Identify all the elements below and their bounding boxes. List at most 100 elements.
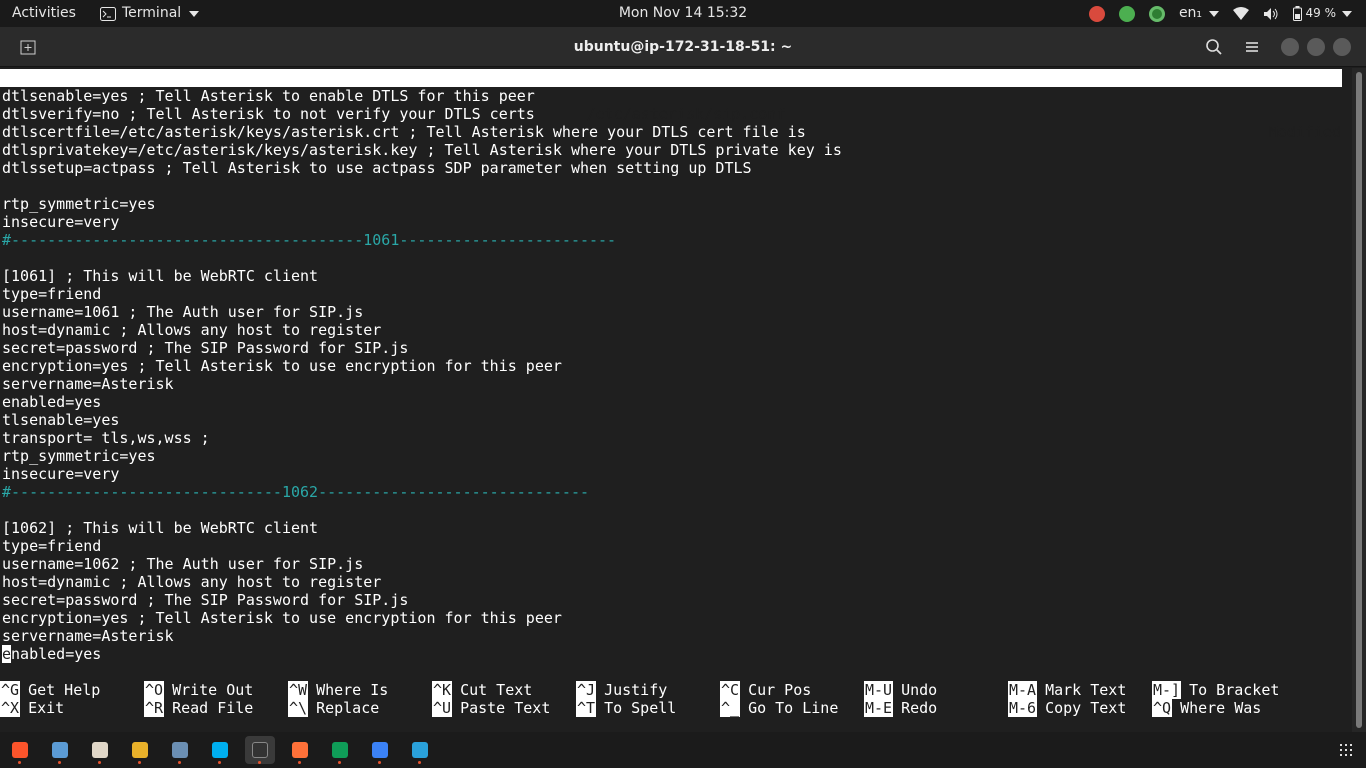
editor-line[interactable]: insecure=very xyxy=(2,465,1342,483)
dock-item[interactable] xyxy=(325,736,355,764)
running-indicator xyxy=(338,761,341,764)
terminal-icon xyxy=(252,742,268,758)
editor-line[interactable]: type=friend xyxy=(2,285,1342,303)
editor-line[interactable] xyxy=(2,177,1342,195)
editor-line[interactable]: secret=password ; The SIP Password for S… xyxy=(2,339,1342,357)
dock-item[interactable] xyxy=(125,736,155,764)
editor-line[interactable]: [1062] ; This will be WebRTC client xyxy=(2,519,1342,537)
editor-line[interactable]: [1061] ; This will be WebRTC client xyxy=(2,267,1342,285)
shortcut-label: Where Was xyxy=(1180,699,1262,717)
shortcut-label: Paste Text xyxy=(460,699,551,717)
editor-line[interactable]: enabled=yes xyxy=(2,645,1342,663)
scrollbar-thumb[interactable] xyxy=(1356,72,1362,728)
nano-title-bar: GNU nano 4.8 /etc/asterisk/sip.conf Modi… xyxy=(0,69,1342,141)
shortcut-item: ^G Get Help xyxy=(0,681,100,699)
editor-line[interactable]: enabled=yes xyxy=(2,393,1342,411)
shortcut-label: To Spell xyxy=(604,699,677,717)
editor-line[interactable]: type=friend xyxy=(2,537,1342,555)
dock-item[interactable] xyxy=(365,736,395,764)
editor-line[interactable]: transport= tls,ws,wss ; xyxy=(2,429,1342,447)
chrome-icon xyxy=(132,742,148,758)
shortcut-key: ^X xyxy=(0,699,21,717)
terminal-area[interactable]: GNU nano 4.8 /etc/asterisk/sip.conf Modi… xyxy=(0,68,1352,732)
editor-line[interactable]: dtlsprivatekey=/etc/asterisk/keys/asteri… xyxy=(2,141,1342,159)
editor-line[interactable]: dtlsenable=yes ; Tell Asterisk to enable… xyxy=(2,87,1342,105)
editor-line[interactable]: servername=Asterisk xyxy=(2,627,1342,645)
running-indicator xyxy=(218,761,221,764)
skype-icon xyxy=(212,742,228,758)
editor-line[interactable] xyxy=(2,501,1342,519)
shortcut-key: ^G xyxy=(0,681,21,699)
editor-line[interactable]: username=1061 ; The Auth user for SIP.js xyxy=(2,303,1342,321)
shortcut-item: M-A Mark Text xyxy=(1008,681,1126,699)
dock-item[interactable] xyxy=(165,736,195,764)
battery-icon xyxy=(1292,6,1302,21)
shortcut-key: ^_ xyxy=(720,699,741,717)
editor-line[interactable]: servername=Asterisk xyxy=(2,375,1342,393)
close-button[interactable] xyxy=(1333,38,1351,56)
shortcut-key: M-] xyxy=(1152,681,1182,699)
editor-line[interactable]: host=dynamic ; Allows any host to regist… xyxy=(2,321,1342,339)
terminal-scrollbar[interactable] xyxy=(1352,68,1366,732)
shortcut-key: M-E xyxy=(864,699,894,717)
editor-line[interactable]: #---------------------------------------… xyxy=(2,231,1342,249)
dock-item[interactable] xyxy=(285,736,315,764)
clock[interactable]: Mon Nov 14 15:32 xyxy=(619,5,747,21)
shortcut-item: ^T To Spell xyxy=(576,699,676,717)
shortcut-key: M-U xyxy=(864,681,894,699)
search-icon[interactable] xyxy=(1205,38,1223,56)
editor-line[interactable]: #------------------------------1062-----… xyxy=(2,483,1342,501)
minimize-button[interactable] xyxy=(1281,38,1299,56)
volume-icon[interactable] xyxy=(1263,7,1279,21)
editor-line[interactable] xyxy=(2,249,1342,267)
shortcut-item: ^C Cur Pos xyxy=(720,681,811,699)
shortcut-key: M-6 xyxy=(1008,699,1038,717)
dock-item[interactable] xyxy=(85,736,115,764)
app-menu[interactable]: Terminal xyxy=(100,0,200,27)
editor-line[interactable]: host=dynamic ; Allows any host to regist… xyxy=(2,573,1342,591)
terminal-app-icon xyxy=(100,6,116,21)
editor-line[interactable]: secret=password ; The SIP Password for S… xyxy=(2,591,1342,609)
window-title: ubuntu@ip-172-31-18-51: ~ xyxy=(573,39,793,55)
dock-item[interactable] xyxy=(5,736,35,764)
editor-line[interactable]: dtlscertfile=/etc/asterisk/keys/asterisk… xyxy=(2,123,1342,141)
activities-button[interactable]: Activities xyxy=(12,0,76,27)
show-applications-icon[interactable] xyxy=(1340,744,1352,756)
editor-line[interactable]: rtp_symmetric=yes xyxy=(2,195,1342,213)
hangouts-icon xyxy=(332,742,348,758)
editor-line[interactable]: rtp_symmetric=yes xyxy=(2,447,1342,465)
editor-line[interactable]: tlsenable=yes xyxy=(2,411,1342,429)
editor-line[interactable]: username=1062 ; The Auth user for SIP.js xyxy=(2,555,1342,573)
running-indicator xyxy=(298,761,301,764)
dock-item[interactable] xyxy=(405,736,435,764)
shortcut-item: ^R Read File xyxy=(144,699,253,717)
maximize-button[interactable] xyxy=(1307,38,1325,56)
shortcut-item: M-E Redo xyxy=(864,699,937,717)
editor-line[interactable]: dtlsverify=no ; Tell Asterisk to not ver… xyxy=(2,105,1342,123)
editor-line[interactable]: dtlssetup=actpass ; Tell Asterisk to use… xyxy=(2,159,1342,177)
shortcut-item: ^\ Replace xyxy=(288,699,379,717)
wifi-icon[interactable] xyxy=(1232,6,1249,21)
shortcut-label: Justify xyxy=(604,681,668,699)
battery-indicator[interactable]: 49 % xyxy=(1292,0,1352,27)
editor-line[interactable]: encryption=yes ; Tell Asterisk to use en… xyxy=(2,357,1342,375)
chrome-notification-icon[interactable] xyxy=(1088,5,1105,22)
shortcut-key: M-A xyxy=(1008,681,1038,699)
editor-line[interactable]: encryption=yes ; Tell Asterisk to use en… xyxy=(2,609,1342,627)
recycle-icon[interactable] xyxy=(1148,5,1165,22)
editor-line[interactable]: insecure=very xyxy=(2,213,1342,231)
language-indicator[interactable]: en₁ xyxy=(1179,0,1219,27)
system-tray[interactable]: en₁ 49 % xyxy=(1088,0,1352,27)
dock-item[interactable] xyxy=(205,736,235,764)
shortcut-item: ^K Cut Text xyxy=(432,681,532,699)
shortcut-label: Copy Text xyxy=(1045,699,1127,717)
dock-item[interactable] xyxy=(45,736,75,764)
running-indicator xyxy=(258,761,261,764)
text-buffer[interactable]: dtlsenable=yes ; Tell Asterisk to enable… xyxy=(2,87,1342,663)
running-indicator xyxy=(98,761,101,764)
chevron-down-icon xyxy=(1342,10,1352,17)
check-icon[interactable] xyxy=(1118,5,1135,22)
hamburger-menu-icon[interactable] xyxy=(1243,39,1261,55)
terminal-headerbar: ubuntu@ip-172-31-18-51: ~ xyxy=(0,27,1366,67)
dock-item[interactable] xyxy=(245,736,275,764)
